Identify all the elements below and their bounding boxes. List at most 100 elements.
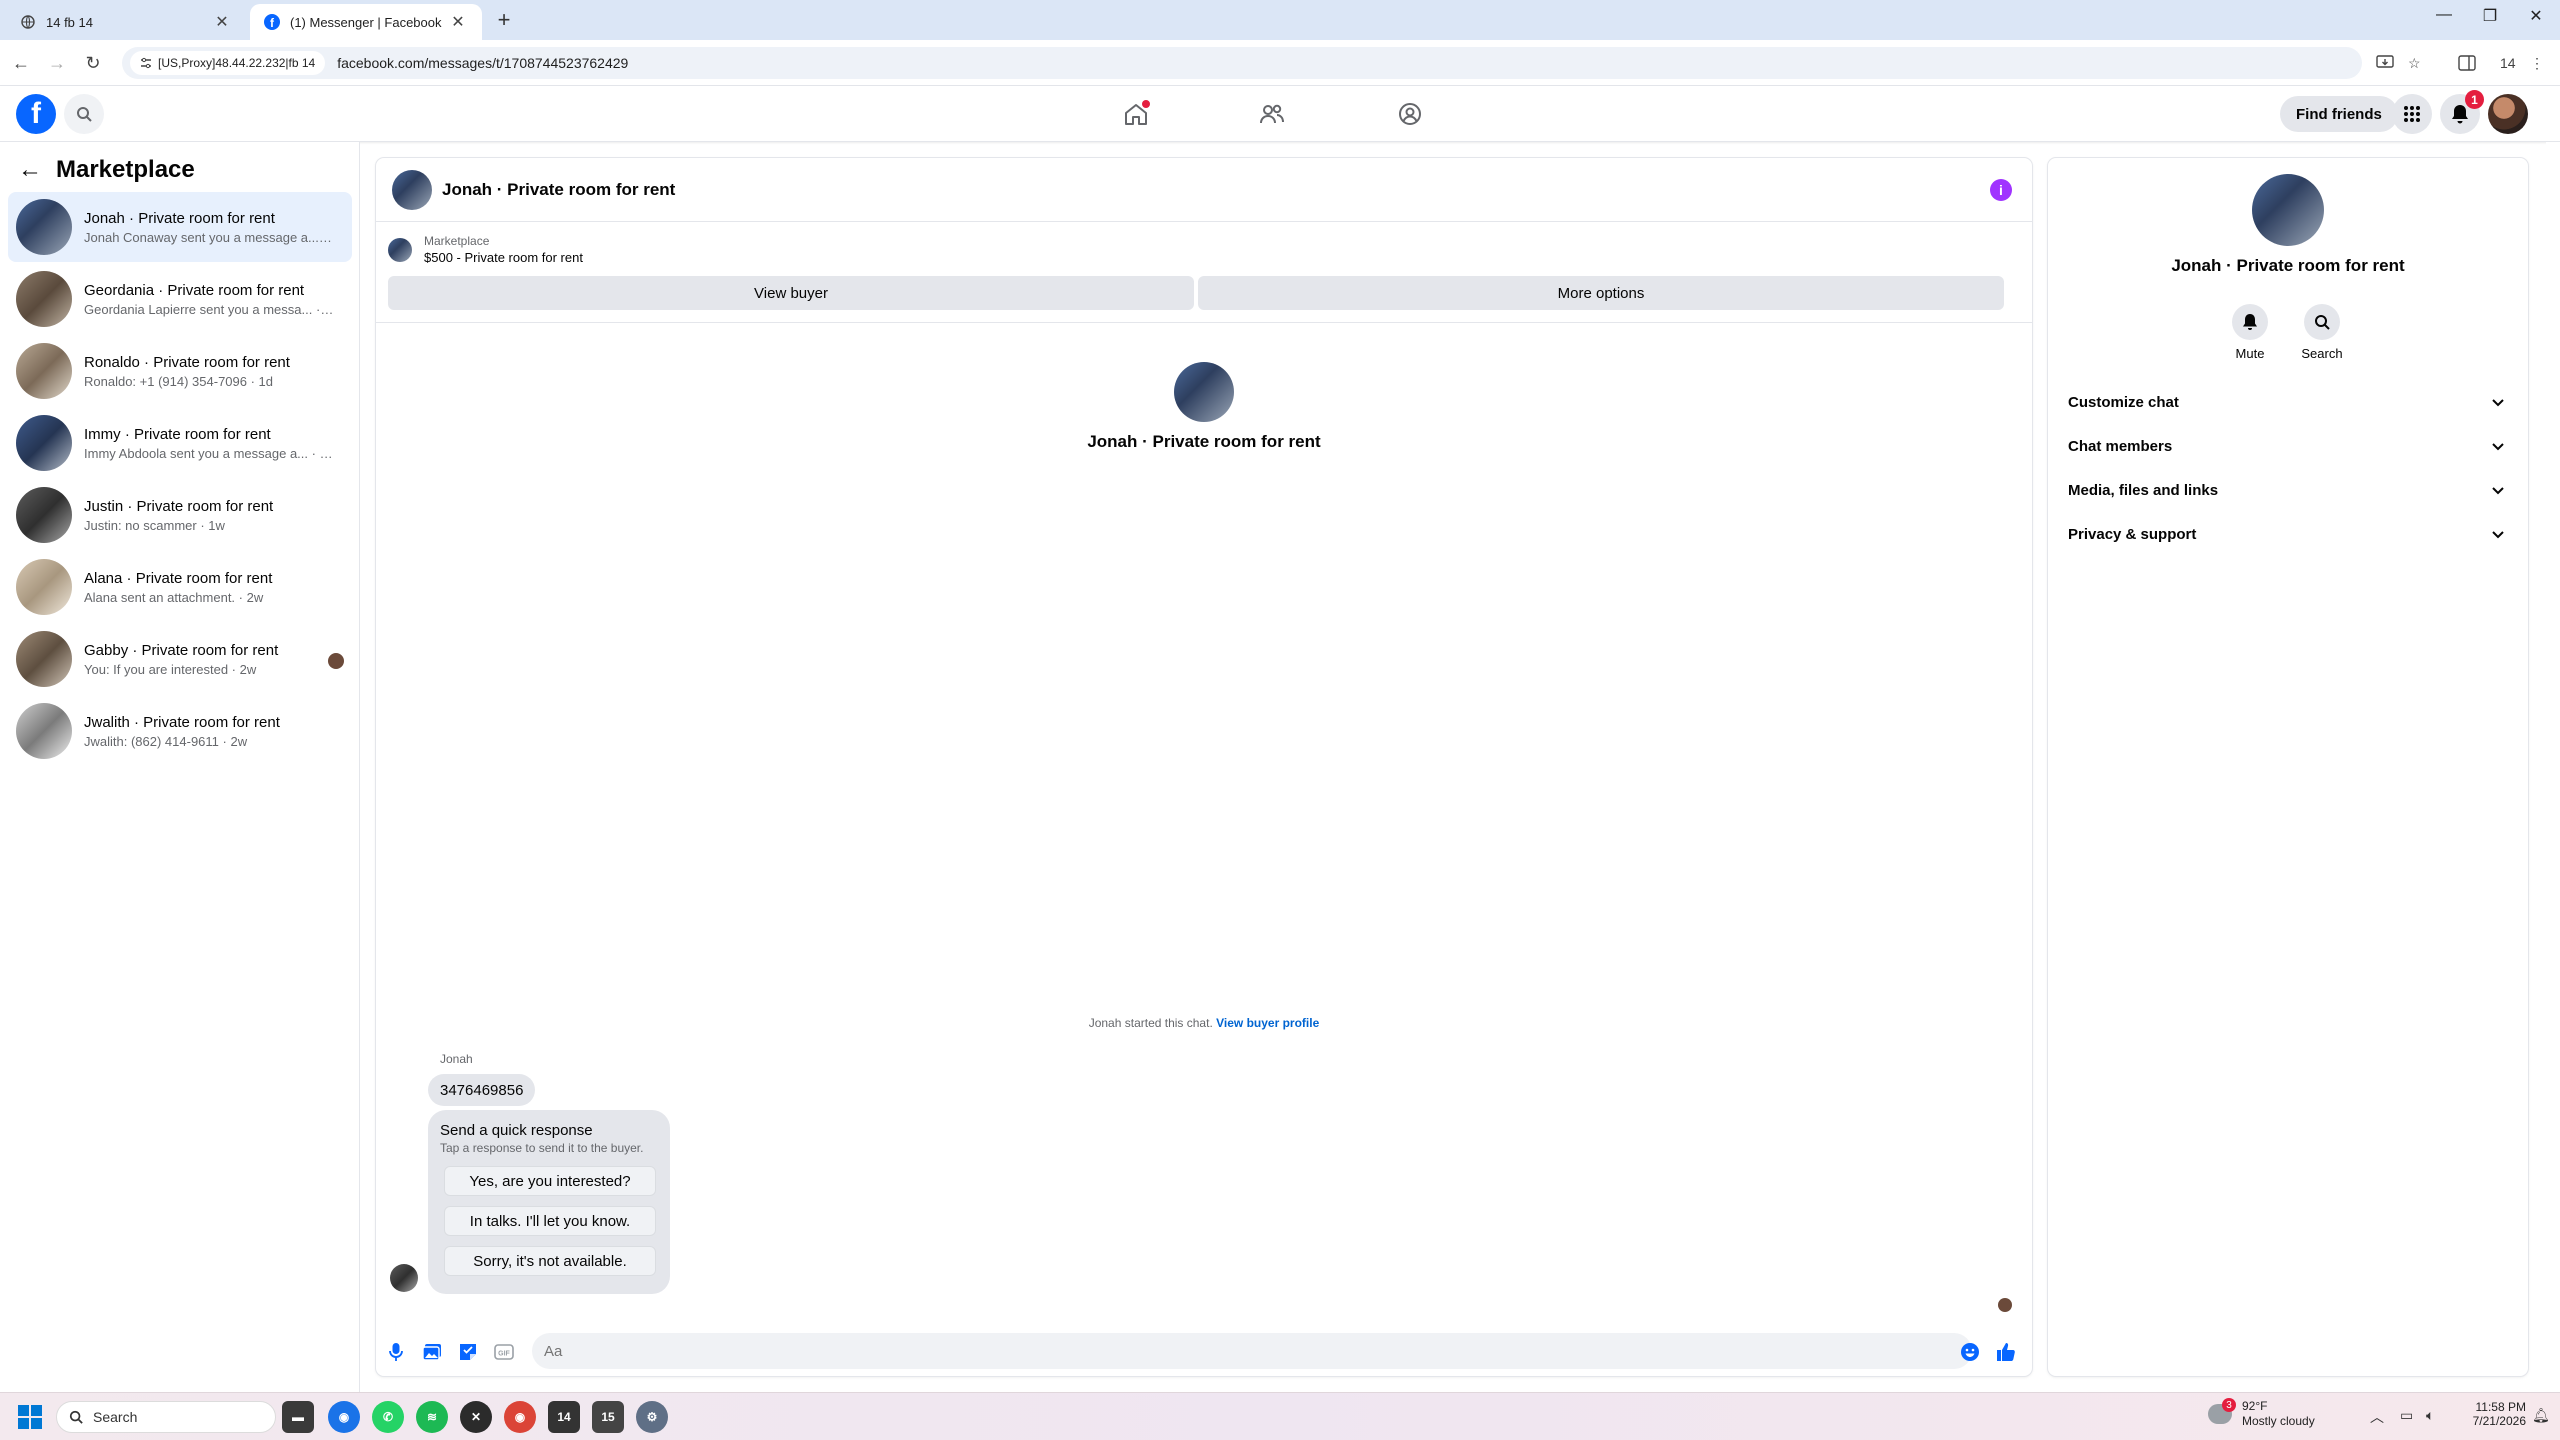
sticker-icon[interactable] — [456, 1340, 480, 1364]
bell-icon[interactable]: 1 — [2440, 90, 2484, 134]
notifications-bell-icon[interactable]: 🔔︎ — [2532, 1407, 2550, 1424]
install-app-icon[interactable] — [2376, 50, 2394, 76]
view-buyer-profile-link[interactable]: View buyer profile — [1216, 1016, 1319, 1030]
section-privacy-support[interactable]: Privacy & support — [2060, 514, 2516, 554]
back-arrow-icon[interactable]: ← — [18, 156, 42, 184]
chat-title[interactable]: Jonah · Private room for rent — [442, 180, 675, 200]
search-icon[interactable] — [64, 94, 104, 134]
search-icon — [69, 1410, 83, 1424]
chrome-icon[interactable]: ◉ — [328, 1401, 360, 1433]
system-clock[interactable]: 11:58 PM 7/21/2026 — [2446, 1400, 2526, 1428]
conversation-item[interactable]: Jwalith · Private room for rent Jwalith:… — [8, 696, 352, 766]
whatsapp-icon[interactable]: ✆ — [372, 1401, 404, 1433]
browser-profile-15-icon[interactable]: 15 — [592, 1401, 624, 1433]
mute-button[interactable]: Mute — [2220, 304, 2280, 361]
like-thumb-icon[interactable] — [1994, 1340, 2018, 1364]
conversation-title: Justin · Private room for rent — [84, 497, 274, 515]
gif-icon[interactable]: GIF — [492, 1340, 516, 1364]
browser-tab-active[interactable]: f (1) Messenger | Facebook ✕ — [250, 4, 482, 40]
quick-response-button[interactable]: Sorry, it's not available. — [444, 1246, 656, 1276]
tab-title: (1) Messenger | Facebook — [290, 14, 442, 30]
taskbar-search[interactable]: Search — [56, 1401, 276, 1433]
browser-profile-icon[interactable]: ◉ — [504, 1401, 536, 1433]
windows-start-icon[interactable] — [18, 1405, 42, 1429]
conversation-item[interactable]: Geordania · Private room for rent Georda… — [8, 264, 352, 334]
conversation-item[interactable]: Gabby · Private room for rent You: If yo… — [8, 624, 352, 694]
svg-text:GIF: GIF — [498, 1351, 510, 1358]
view-buyer-button[interactable]: View buyer — [388, 276, 1194, 310]
info-icon[interactable]: i — [1990, 179, 2012, 201]
bookmark-star-icon[interactable]: ☆ — [2408, 50, 2421, 76]
section-label: Chat members — [2068, 437, 2173, 455]
chevron-up-icon[interactable]: ︿ — [2370, 1407, 2384, 1427]
conversation-item[interactable]: Immy · Private room for rent Immy Abdool… — [8, 408, 352, 478]
section-chat-members[interactable]: Chat members — [2060, 426, 2516, 466]
conversation-item[interactable]: Jonah · Private room for rent Jonah Cona… — [8, 192, 352, 262]
emoji-icon[interactable] — [1958, 1340, 1982, 1364]
more-options-button[interactable]: More options — [1198, 276, 2004, 310]
search-in-conversation-button[interactable]: Search — [2292, 304, 2352, 361]
menu-grid-icon[interactable] — [2392, 94, 2432, 134]
weather-widget[interactable]: 3 92°F Mostly cloudy — [2208, 1398, 2315, 1429]
close-window-icon[interactable]: ✕ — [2516, 6, 2556, 26]
conversation-item[interactable]: Justin · Private room for rent Justin: n… — [8, 480, 352, 550]
address-bar[interactable]: [US,Proxy]48.44.22.232|fb 14 facebook.co… — [122, 47, 2362, 79]
listing-thumbnail — [16, 703, 72, 759]
close-tab-icon[interactable]: ✕ — [448, 12, 468, 32]
listing-thumbnail — [388, 237, 412, 262]
browser-tab[interactable]: 14 fb 14 ✕ — [6, 4, 246, 40]
section-label: Media, files and links — [2068, 481, 2219, 499]
conversation-title: Geordania · Private room for rent — [84, 281, 305, 299]
conversation-item[interactable]: Alana · Private room for rent Alana sent… — [8, 552, 352, 622]
seen-by-avatar — [328, 653, 344, 669]
side-panel-icon[interactable] — [2458, 50, 2476, 76]
divider — [376, 322, 2032, 323]
photo-icon[interactable] — [420, 1340, 444, 1364]
section-customize-chat[interactable]: Customize chat — [2060, 382, 2516, 422]
listing-summary[interactable]: Marketplace $500 - Private room for rent — [388, 234, 583, 265]
app-icon[interactable]: ✕ — [460, 1401, 492, 1433]
quick-response-button[interactable]: In talks. I'll let you know. — [444, 1206, 656, 1236]
marketplace-sidebar: ← Marketplace Jonah · Private room for r… — [0, 142, 360, 1392]
friends-icon[interactable] — [1252, 94, 1292, 134]
tab-title: 14 fb 14 — [46, 14, 93, 30]
find-friends-button[interactable]: Find friends — [2280, 96, 2398, 132]
profile-count[interactable]: 14 — [2500, 50, 2516, 76]
network-icon[interactable]: ▭ — [2400, 1407, 2413, 1424]
microphone-icon[interactable] — [384, 1340, 408, 1364]
listing-thumbnail — [16, 559, 72, 615]
conversation-name: Jonah · Private room for rent — [1087, 432, 1321, 451]
new-tab-icon[interactable]: + — [492, 9, 516, 31]
groups-icon[interactable] — [1390, 94, 1430, 134]
message-bubble[interactable]: 3476469856 — [428, 1074, 536, 1106]
restore-icon[interactable]: ❐ — [2470, 6, 2510, 26]
more-menu-icon[interactable]: ⋮ — [2530, 50, 2544, 76]
search-icon — [2304, 304, 2340, 340]
proxy-label: [US,Proxy]48.44.22.232|fb 14 — [158, 56, 316, 70]
back-icon[interactable]: ← — [8, 50, 34, 76]
home-icon[interactable] — [1116, 94, 1156, 134]
proxy-chip[interactable]: [US,Proxy]48.44.22.232|fb 14 — [130, 51, 326, 75]
account-avatar[interactable] — [2488, 94, 2528, 134]
page-scrollbar[interactable] — [2546, 142, 2560, 1392]
reload-icon[interactable]: ↻ — [80, 50, 106, 76]
chat-avatar[interactable] — [392, 169, 432, 210]
settings-gear-icon[interactable]: ⚙ — [636, 1401, 668, 1433]
message-input[interactable] — [532, 1333, 1972, 1369]
minimize-icon[interactable]: — — [2424, 6, 2464, 24]
facebook-logo-icon[interactable]: f — [16, 94, 56, 134]
volume-icon[interactable]: 🔈︎ — [2426, 1407, 2434, 1424]
forward-icon[interactable]: → — [44, 50, 70, 76]
browser-profile-14-icon[interactable]: 14 — [548, 1401, 580, 1433]
windows-taskbar: Search ▬ ◉ ✆ ≋ ✕ ◉ 14 15 ⚙ 3 92°F Mostly… — [0, 1392, 2560, 1440]
close-tab-icon[interactable]: ✕ — [212, 12, 232, 32]
quick-response-title: Send a quick response — [440, 1122, 593, 1139]
conversation-item[interactable]: Ronaldo · Private room for rent Ronaldo:… — [8, 336, 352, 406]
section-label: Customize chat — [2068, 393, 2179, 411]
conversation-title: Gabby · Private room for rent — [84, 641, 279, 659]
quick-response-button[interactable]: Yes, are you interested? — [444, 1166, 656, 1196]
file-explorer-icon[interactable]: ▬ — [282, 1401, 314, 1433]
profile-avatar[interactable] — [2252, 174, 2324, 246]
spotify-icon[interactable]: ≋ — [416, 1401, 448, 1433]
section-media-files-links[interactable]: Media, files and links — [2060, 470, 2516, 510]
